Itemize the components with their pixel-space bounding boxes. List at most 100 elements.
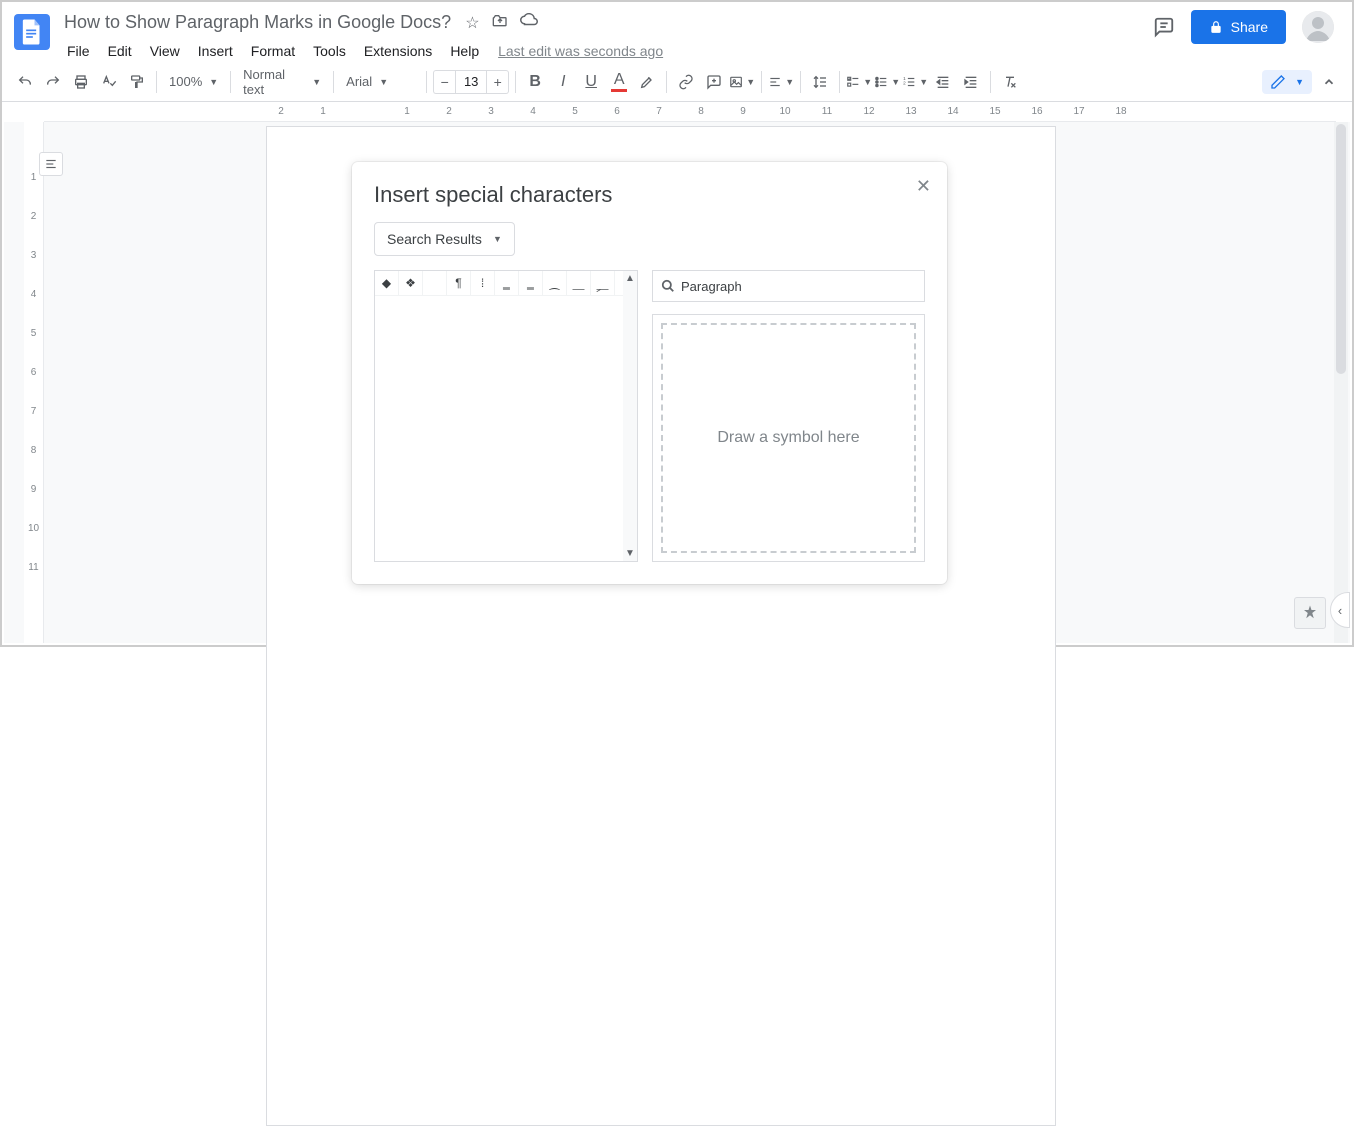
insert-link-button[interactable] <box>673 69 699 95</box>
ruler-mark: 9 <box>724 106 762 117</box>
ruler-mark: 18 <box>1102 106 1140 117</box>
ruler-mark: 7 <box>640 106 678 117</box>
numbered-list-button[interactable]: 12▼ <box>902 69 928 95</box>
checklist-button[interactable]: ▼ <box>846 69 872 95</box>
separator <box>333 71 334 93</box>
separator <box>426 71 427 93</box>
dialog-close-button[interactable]: ✕ <box>916 176 931 197</box>
zoom-select[interactable]: 100%▼ <box>163 69 224 95</box>
align-button[interactable]: ▼ <box>768 69 794 95</box>
ruler-mark: 8 <box>682 106 720 117</box>
char-cell[interactable]: ⁞ <box>471 271 495 295</box>
side-panel-toggle[interactable]: ‹ <box>1330 592 1350 628</box>
special-characters-dialog: ✕ Insert special characters Search Resul… <box>352 162 947 584</box>
spellcheck-button[interactable] <box>96 69 122 95</box>
char-cell[interactable]: ‗ <box>519 271 543 295</box>
decrease-font-button[interactable]: − <box>433 70 455 94</box>
ruler-mark: 16 <box>1018 106 1056 117</box>
char-cell[interactable]: ◆ <box>375 271 399 295</box>
docs-app-icon[interactable] <box>14 14 50 50</box>
chevron-up-icon <box>1322 75 1336 89</box>
toolbar: 100%▼ Normal text▼ Arial▼ − + B I U A ▼ … <box>2 62 1352 102</box>
style-select[interactable]: Normal text▼ <box>237 69 327 95</box>
paint-format-button[interactable] <box>124 69 150 95</box>
char-cell[interactable]: ❖ <box>399 271 423 295</box>
ruler-mark: 17 <box>1060 106 1098 117</box>
separator <box>230 71 231 93</box>
scrollbar-thumb[interactable] <box>1336 124 1346 374</box>
ruler-mark: 2 <box>430 106 468 117</box>
category-dropdown[interactable]: Search Results ▼ <box>374 222 515 256</box>
ruler-mark: 10 <box>28 523 39 534</box>
menu-view[interactable]: View <box>143 39 187 63</box>
svg-text:2: 2 <box>903 80 906 85</box>
line-spacing-button[interactable] <box>807 69 833 95</box>
bulleted-list-button[interactable]: ▼ <box>874 69 900 95</box>
ruler-mark: 5 <box>31 328 37 339</box>
character-search-box <box>652 270 925 302</box>
account-avatar[interactable] <box>1302 11 1334 43</box>
star-icon[interactable]: ☆ <box>465 13 479 33</box>
char-grid-scrollbar[interactable]: ▲▼ <box>623 271 637 561</box>
ruler-mark: 9 <box>31 484 37 495</box>
increase-indent-button[interactable] <box>958 69 984 95</box>
separator <box>156 71 157 93</box>
menu-edit[interactable]: Edit <box>101 39 139 63</box>
redo-button[interactable] <box>40 69 66 95</box>
menu-file[interactable]: File <box>60 39 97 63</box>
insert-image-button[interactable]: ▼ <box>729 69 755 95</box>
menu-help[interactable]: Help <box>443 39 486 63</box>
char-cell[interactable] <box>423 271 447 295</box>
vertical-ruler[interactable]: 1 2 3 4 5 6 7 8 9 10 11 <box>24 122 44 643</box>
char-cell[interactable]: ¶ <box>447 271 471 295</box>
font-size-input[interactable] <box>455 70 487 94</box>
separator <box>839 71 840 93</box>
char-cell[interactable]: ⁔ <box>543 271 567 295</box>
dialog-title: Insert special characters <box>374 182 925 208</box>
comment-history-icon[interactable] <box>1153 16 1175 38</box>
menu-insert[interactable]: Insert <box>191 39 240 63</box>
bold-button[interactable]: B <box>522 69 548 95</box>
title-row: How to Show Paragraph Marks in Google Do… <box>60 10 1153 35</box>
char-cell[interactable]: ⸐ <box>591 271 615 295</box>
show-outline-button[interactable] <box>39 152 63 176</box>
explore-button[interactable] <box>1294 597 1326 629</box>
char-cell[interactable]: ‗ <box>495 271 519 295</box>
collapse-toolbar-button[interactable] <box>1316 69 1342 95</box>
document-icon <box>22 19 42 45</box>
clear-formatting-button[interactable] <box>997 69 1023 95</box>
horizontal-ruler[interactable]: 2 1 1 2 3 4 5 6 7 8 9 10 11 12 13 14 15 … <box>44 102 1336 122</box>
last-edit-link[interactable]: Last edit was seconds ago <box>498 43 663 59</box>
italic-button[interactable]: I <box>550 69 576 95</box>
increase-font-button[interactable]: + <box>487 70 509 94</box>
ruler-mark: 15 <box>976 106 1014 117</box>
chevron-down-icon: ▼ <box>379 77 388 87</box>
undo-button[interactable] <box>12 69 38 95</box>
draw-symbol-box: Draw a symbol here <box>652 314 925 562</box>
editing-mode-button[interactable]: ▼ <box>1262 70 1312 94</box>
separator <box>990 71 991 93</box>
text-color-button[interactable]: A <box>606 69 632 95</box>
share-button[interactable]: Share <box>1191 10 1286 44</box>
move-icon[interactable] <box>492 13 508 33</box>
character-search-input[interactable] <box>681 279 916 294</box>
menu-tools[interactable]: Tools <box>306 39 353 63</box>
header: How to Show Paragraph Marks in Google Do… <box>2 2 1352 62</box>
add-comment-button[interactable] <box>701 69 727 95</box>
separator <box>761 71 762 93</box>
highlight-button[interactable] <box>634 69 660 95</box>
cloud-status-icon[interactable] <box>520 13 538 33</box>
char-cell[interactable]: ⸏ <box>567 271 591 295</box>
decrease-indent-button[interactable] <box>930 69 956 95</box>
print-button[interactable] <box>68 69 94 95</box>
ruler-mark: 7 <box>31 406 37 417</box>
ruler-mark: 11 <box>808 106 846 117</box>
lock-icon <box>1209 20 1223 34</box>
menu-extensions[interactable]: Extensions <box>357 39 439 63</box>
vertical-scrollbar[interactable] <box>1334 122 1348 643</box>
underline-button[interactable]: U <box>578 69 604 95</box>
draw-canvas[interactable]: Draw a symbol here <box>661 323 916 553</box>
document-title[interactable]: How to Show Paragraph Marks in Google Do… <box>60 10 455 35</box>
menu-format[interactable]: Format <box>244 39 302 63</box>
font-select[interactable]: Arial▼ <box>340 69 420 95</box>
